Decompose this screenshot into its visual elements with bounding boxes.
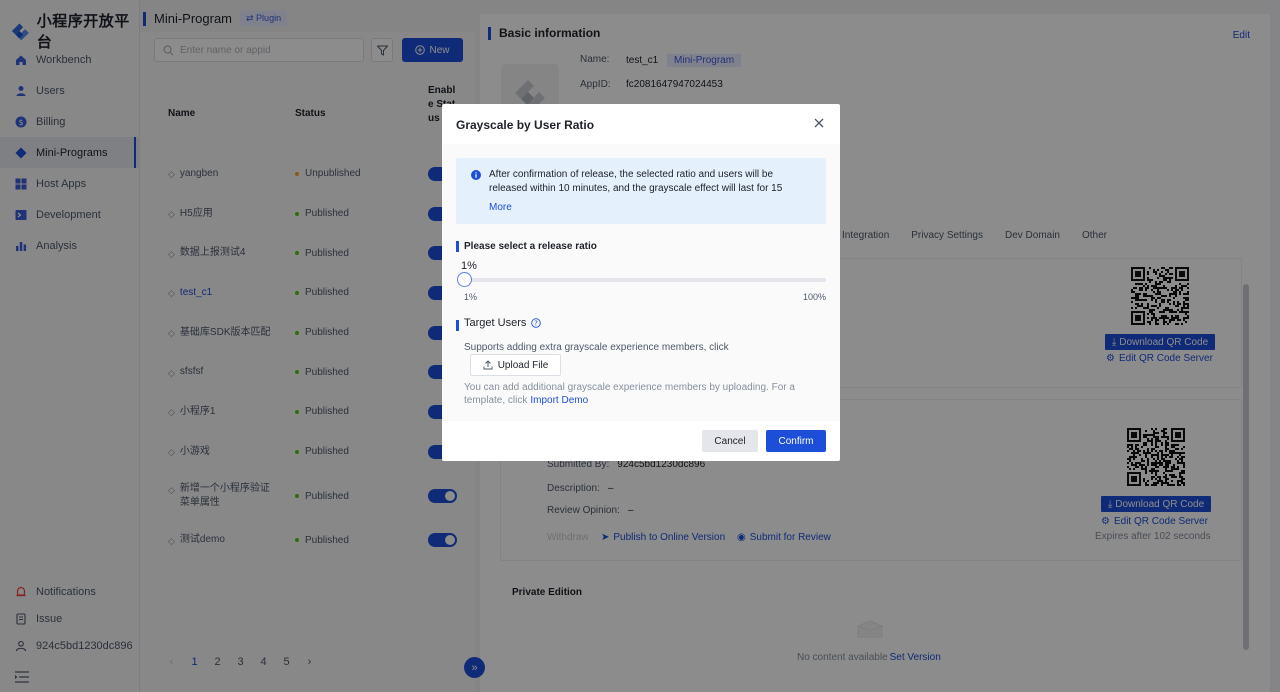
modal-body: After confirmation of release, the selec… <box>442 144 840 421</box>
slider-min-label: 1% <box>464 292 478 302</box>
upload-icon <box>483 360 493 370</box>
ratio-label: Please select a release ratio <box>464 241 597 252</box>
info-alert: After confirmation of release, the selec… <box>456 158 826 224</box>
ratio-slider[interactable] <box>457 272 826 287</box>
upload-file-label: Upload File <box>497 359 549 371</box>
slider-handle[interactable] <box>457 272 472 287</box>
support-text: Supports adding extra grayscale experien… <box>464 342 729 353</box>
confirm-button[interactable]: Confirm <box>766 430 826 452</box>
grayscale-modal: Grayscale by User Ratio After confirmati… <box>442 104 840 461</box>
close-icon[interactable] <box>812 116 826 130</box>
alert-text: After confirmation of release, the selec… <box>489 169 783 194</box>
modal-title: Grayscale by User Ratio <box>456 118 595 132</box>
more-link[interactable]: More <box>489 202 512 213</box>
upload-hint-text: You can add additional grayscale experie… <box>464 382 795 406</box>
upload-file-button[interactable]: Upload File <box>470 354 561 376</box>
help-icon[interactable]: ? <box>531 318 542 328</box>
cancel-button[interactable]: Cancel <box>702 430 758 452</box>
target-users-text: Target Users <box>464 317 527 329</box>
target-users-label: Target Users ? <box>464 317 542 329</box>
svg-text:?: ? <box>535 320 539 328</box>
info-icon <box>471 170 481 180</box>
slider-max-label: 100% <box>802 292 826 302</box>
ratio-value: 1% <box>461 260 477 272</box>
label-accent <box>456 241 459 252</box>
import-demo-link[interactable]: Import Demo <box>530 395 588 406</box>
label-accent <box>456 320 459 331</box>
upload-hint: You can add additional grayscale experie… <box>464 382 824 407</box>
